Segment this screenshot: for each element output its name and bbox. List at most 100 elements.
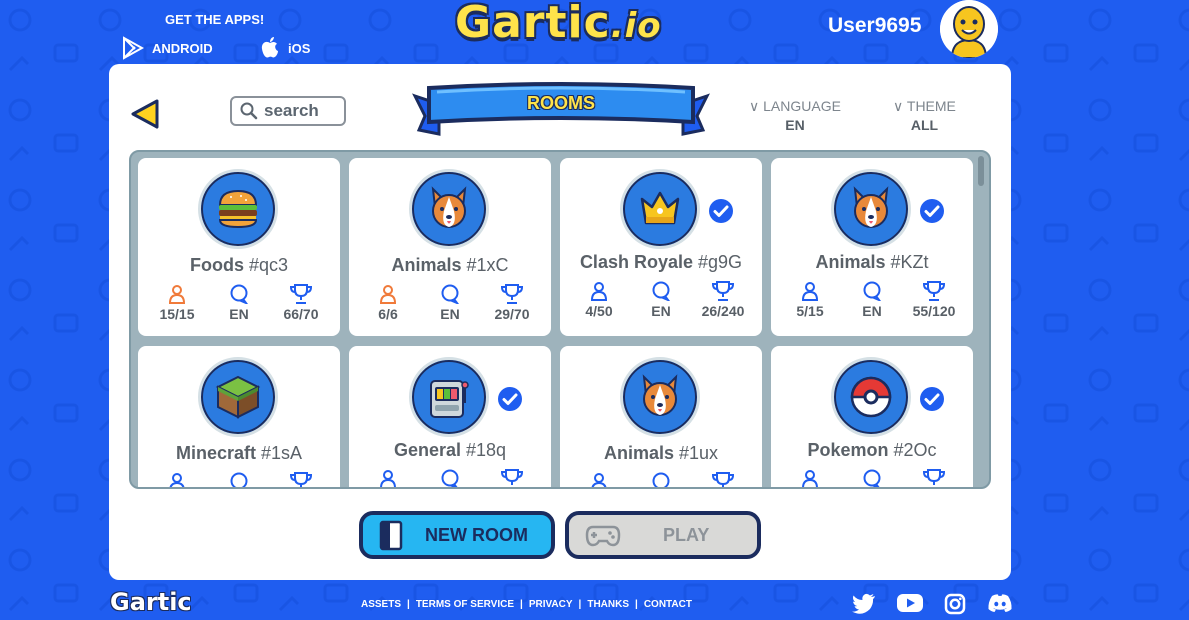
room-card[interactable]: Pokemon #2Oc xyxy=(771,346,973,487)
rooms-list[interactable]: Foods #qc3 15/15 EN 66/70 Animals #1xC 6/6 EN 2… xyxy=(129,150,991,489)
instagram-icon[interactable] xyxy=(944,593,966,615)
back-arrow-icon[interactable] xyxy=(129,98,161,130)
room-card[interactable]: Animals #KZt 5/15 EN 55/120 xyxy=(771,158,973,336)
footer-link-contact[interactable]: CONTACT xyxy=(644,599,692,610)
trophy-icon xyxy=(500,469,524,487)
players-count: 15/15 xyxy=(159,306,195,322)
android-label: ANDROID xyxy=(152,40,213,56)
players-icon xyxy=(169,473,185,487)
language-stat xyxy=(631,472,691,487)
verified-check-icon xyxy=(709,199,733,223)
language-stat: EN xyxy=(842,281,902,319)
new-room-button[interactable]: NEW ROOM xyxy=(359,511,555,559)
room-code: #2Oc xyxy=(893,440,937,460)
android-link[interactable]: ANDROID xyxy=(122,36,213,60)
footer-logo[interactable]: Gartic xyxy=(110,588,192,616)
trophy-icon xyxy=(711,281,735,301)
players-stat xyxy=(780,469,840,487)
room-title: Animals xyxy=(603,443,674,463)
language-value: EN xyxy=(785,117,805,133)
separator: | xyxy=(520,599,523,610)
room-card[interactable]: Minecraft #1sA xyxy=(138,346,340,487)
footer-link-thanks[interactable]: THANKS xyxy=(587,599,629,610)
footer-link-assets[interactable]: ASSETS xyxy=(361,599,401,610)
trophy-icon xyxy=(922,281,946,301)
room-icon xyxy=(409,169,489,249)
scrollbar-thumb[interactable] xyxy=(978,156,984,186)
language-label: LANGUAGE xyxy=(763,98,841,114)
room-stats xyxy=(771,469,973,487)
theme-label: THEME xyxy=(906,98,956,114)
footer: Gartic ASSETS | TERMS OF SERVICE | PRIVACY | T… xyxy=(0,586,1189,620)
room-icon xyxy=(620,357,700,437)
points-stat xyxy=(271,472,331,487)
chat-language-icon xyxy=(652,281,670,301)
room-icon xyxy=(409,357,489,437)
trophy-icon xyxy=(289,284,313,304)
discord-icon[interactable] xyxy=(987,593,1013,613)
players-stat: 6/6 xyxy=(358,284,418,322)
chat-language-icon xyxy=(863,281,881,301)
room-stats: 5/15 EN 55/120 xyxy=(771,281,973,319)
search-box[interactable]: search xyxy=(230,96,346,126)
players-icon xyxy=(380,470,396,487)
players-icon xyxy=(168,285,186,304)
room-code: #1sA xyxy=(261,443,303,463)
players-count: 4/50 xyxy=(585,303,613,319)
room-code: #g9G xyxy=(698,252,743,272)
room-card[interactable]: Animals #1xC 6/6 EN 29/70 xyxy=(349,158,551,336)
room-language: EN xyxy=(651,303,671,319)
twitter-icon[interactable] xyxy=(852,593,876,615)
room-icon xyxy=(198,169,278,249)
room-name: General #18q xyxy=(349,440,551,461)
room-card[interactable]: General #18q xyxy=(349,346,551,487)
trophy-icon xyxy=(500,284,524,304)
ios-label: iOS xyxy=(288,40,311,56)
players-stat: 15/15 xyxy=(147,284,207,322)
footer-link-terms[interactable]: TERMS OF SERVICE xyxy=(416,599,514,610)
chevron-down-icon: ∨ xyxy=(893,98,904,114)
room-stats: 4/50 EN 26/240 xyxy=(560,281,762,319)
room-name: Clash Royale #g9G xyxy=(560,252,762,273)
room-language: EN xyxy=(440,306,460,322)
language-stat: EN xyxy=(631,281,691,319)
username[interactable]: User9695 xyxy=(828,14,921,38)
room-name: Animals #1ux xyxy=(560,443,762,464)
room-title: Clash Royale xyxy=(579,252,693,272)
verified-badge xyxy=(919,198,945,229)
verified-check-icon xyxy=(920,199,944,223)
separator: | xyxy=(635,599,638,610)
google-play-icon xyxy=(123,36,144,60)
room-card[interactable]: Animals #1ux xyxy=(560,346,762,487)
gartic-logo[interactable]: Gartic.io xyxy=(455,0,662,49)
avatar[interactable] xyxy=(940,0,998,58)
theme-filter[interactable]: ∨ THEME ALL xyxy=(893,98,956,133)
chat-language-icon xyxy=(441,469,459,487)
players-stat xyxy=(147,472,207,487)
room-name: Animals #KZt xyxy=(771,252,973,273)
language-filter[interactable]: ∨ LANGUAGE EN xyxy=(749,98,841,133)
room-card[interactable]: Clash Royale #g9G 4/50 EN 26/240 xyxy=(560,158,762,336)
room-title: Minecraft xyxy=(175,443,256,463)
room-stats xyxy=(138,472,340,487)
players-count: 6/6 xyxy=(378,306,398,322)
points-goal: 26/240 xyxy=(701,303,745,319)
room-title: Foods xyxy=(189,255,244,275)
room-icon xyxy=(831,357,911,437)
players-icon xyxy=(802,470,818,487)
verified-check-icon xyxy=(498,387,522,411)
room-card[interactable]: Foods #qc3 15/15 EN 66/70 xyxy=(138,158,340,336)
apple-icon xyxy=(261,37,278,58)
separator: | xyxy=(407,599,410,610)
ios-link[interactable]: iOS xyxy=(260,36,310,60)
room-icon xyxy=(198,357,278,437)
room-title: Animals xyxy=(815,252,886,272)
youtube-icon[interactable] xyxy=(897,593,923,613)
players-icon xyxy=(379,285,397,304)
players-icon xyxy=(590,282,608,301)
footer-link-privacy[interactable]: PRIVACY xyxy=(529,599,573,610)
chat-language-icon xyxy=(230,472,248,487)
play-button[interactable]: PLAY xyxy=(565,511,761,559)
points-stat: 55/120 xyxy=(904,281,964,319)
players-icon xyxy=(591,473,607,487)
